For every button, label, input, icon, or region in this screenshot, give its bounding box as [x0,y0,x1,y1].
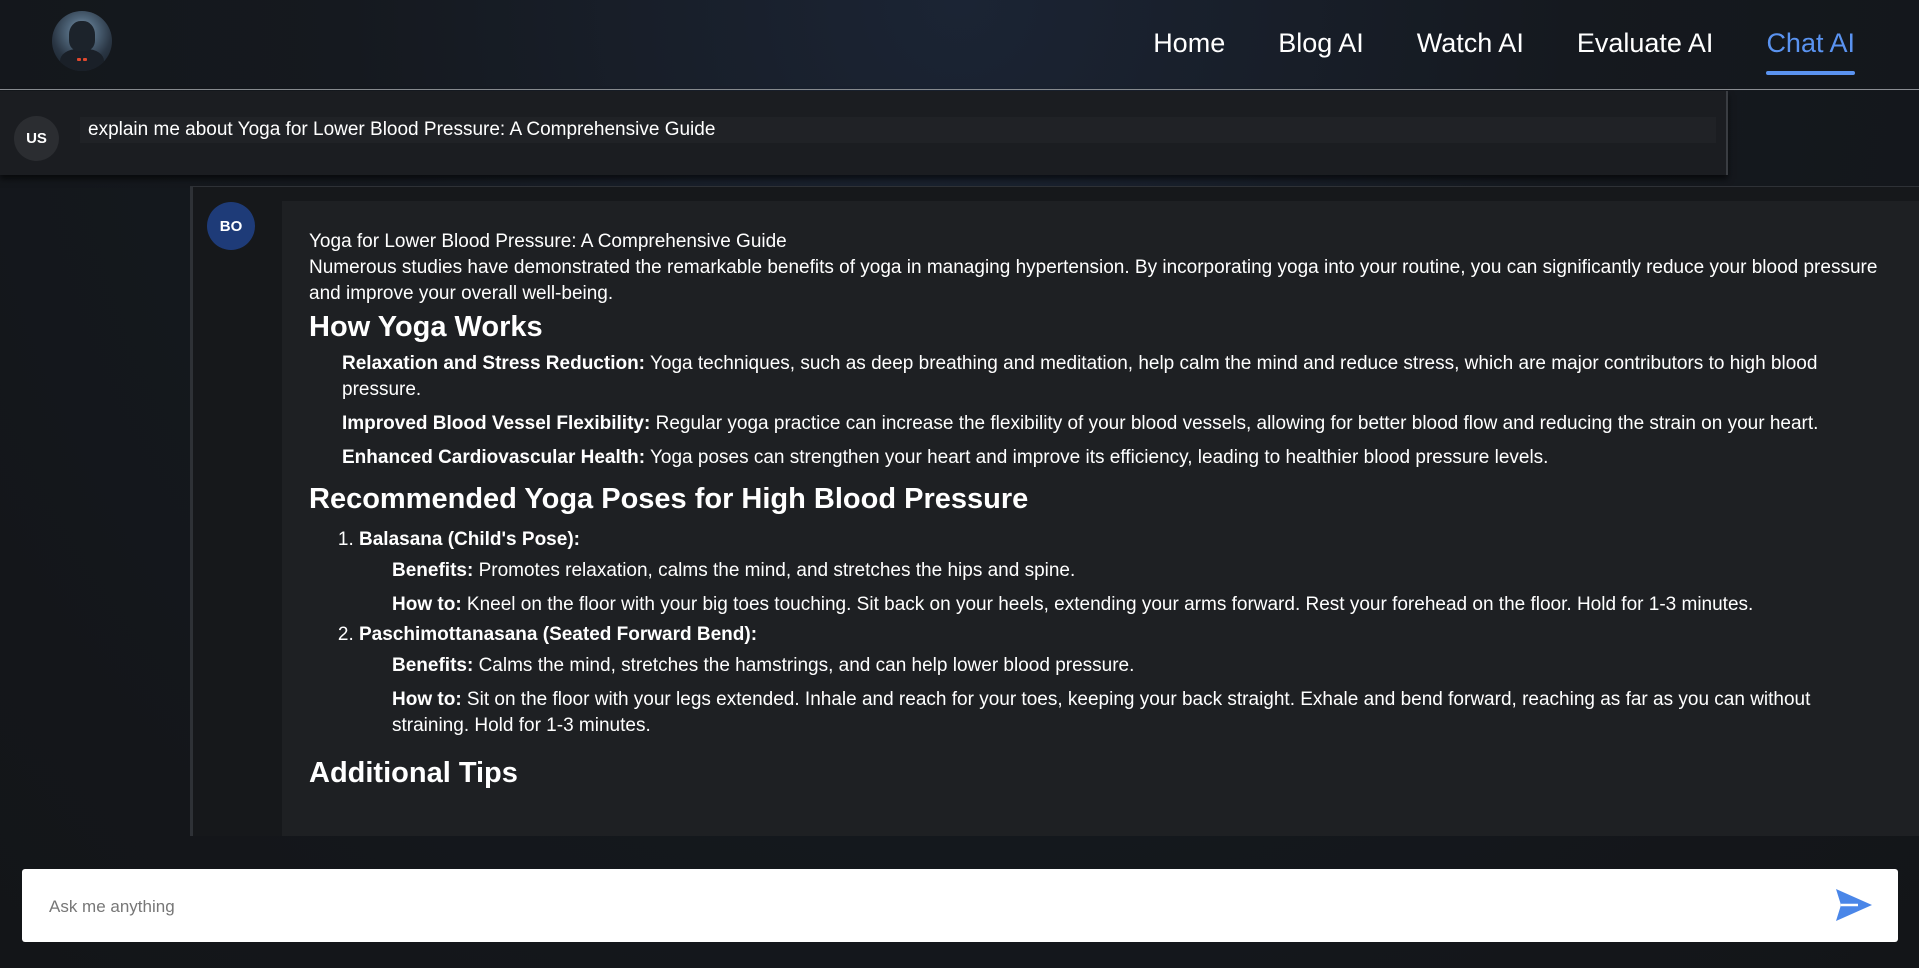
nav-watch-ai[interactable]: Watch AI [1417,28,1524,63]
header: Home Blog AI Watch AI Evaluate AI Chat A… [0,0,1919,90]
nav-blog-ai[interactable]: Blog AI [1278,28,1364,63]
send-icon[interactable] [1834,887,1874,923]
pose-item: Balasana (Child's Pose): Benefits: Promo… [359,527,1892,618]
user-message-text: explain me about Yoga for Lower Blood Pr… [80,117,1716,143]
nav-chat-ai[interactable]: Chat AI [1766,28,1855,75]
list-item: Improved Blood Vessel Flexibility: Regul… [342,413,1819,434]
poses-list: Balasana (Child's Pose): Benefits: Promo… [309,527,1892,739]
pose-benefits: Benefits: Promotes relaxation, calms the… [392,560,1076,581]
pose-howto: How to: Sit on the floor with your legs … [392,689,1811,736]
nav-evaluate-ai[interactable]: Evaluate AI [1577,28,1714,63]
list-item: Enhanced Cardiovascular Health: Yoga pos… [342,447,1549,468]
user-message: US explain me about Yoga for Lower Blood… [0,91,1728,175]
main-nav: Home Blog AI Watch AI Evaluate AI Chat A… [1153,0,1855,90]
section-heading: How Yoga Works [309,311,543,343]
robot-avatar-icon[interactable] [52,11,112,71]
section-heading: Additional Tips [309,757,518,789]
pose-howto: How to: Kneel on the floor with your big… [392,594,1754,615]
user-avatar: US [14,116,59,161]
pose-benefits: Benefits: Calms the mind, stretches the … [392,655,1135,676]
nav-home[interactable]: Home [1153,28,1225,63]
response-intro: Numerous studies have demonstrated the r… [309,257,1878,304]
bot-message-content: Yoga for Lower Blood Pressure: A Compreh… [282,201,1919,836]
bot-avatar: BO [207,202,255,250]
pose-item: Paschimottanasana (Seated Forward Bend):… [359,622,1892,739]
chat-input[interactable] [47,869,1831,944]
bot-message: BO Yoga for Lower Blood Pressure: A Comp… [190,186,1919,836]
list-item: Relaxation and Stress Reduction: Yoga te… [342,353,1818,400]
chat-page: Home Blog AI Watch AI Evaluate AI Chat A… [0,0,1919,968]
response-title: Yoga for Lower Blood Pressure: A Compreh… [309,231,787,252]
section-heading: Recommended Yoga Poses for High Blood Pr… [309,483,1029,515]
chat-input-bar [22,869,1898,944]
how-yoga-works-list: Relaxation and Stress Reduction: Yoga te… [309,351,1892,471]
